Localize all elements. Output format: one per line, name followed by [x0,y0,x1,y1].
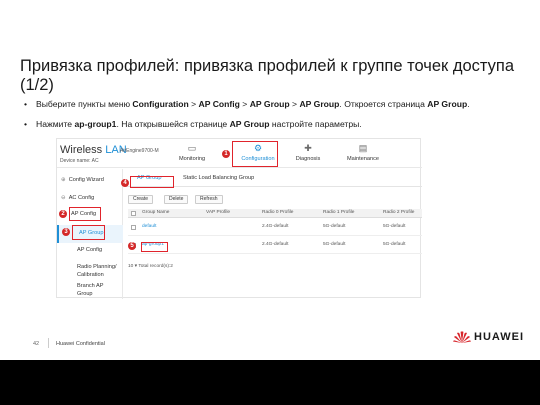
bullet-keyword: Configuration [132,99,189,109]
sidebar-item-label: Branch AP [77,283,104,289]
huawei-logo: HUAWEI [452,329,524,345]
table-cell: 5G-default [323,242,346,247]
brand-logo: Wireless LAN [60,144,127,156]
highlight-ap-group-tab [130,176,174,188]
slide-title: Привязка профилей: привязка профилей к г… [20,57,514,94]
table-cell: 2.4G-default [262,224,289,229]
sidebar-item-label: Config Wizard [68,177,104,183]
highlight-ap-group1 [141,242,168,252]
nav-monitoring[interactable]: ▭ Monitoring [169,142,215,166]
column-header[interactable]: Radio 2 Profile [383,210,414,215]
sidebar-item-config-wizard[interactable]: ⊕ Config Wizard [57,177,123,183]
tab-static-load-balancing[interactable]: Static Load Balancing Group [183,175,254,181]
sidebar-item-label: Group [77,291,93,297]
app-header: Wireless LAN AirEngine9700-M Device name… [57,139,422,168]
sidebar-item-label: AC Config [68,195,95,201]
sidebar-item-label: AP Config [77,247,103,253]
logo-text: HUAWEI [474,331,524,343]
device-name: Device name: AC [60,158,99,164]
sidebar-item-radio-planning[interactable]: Radio Planning/ [57,264,123,270]
collapse-icon: ⊖ [61,195,66,201]
bullet-text: > [239,99,250,109]
column-header[interactable]: VAP Profile [206,210,230,215]
step-marker-5: 5 [128,242,136,250]
step-marker-2: 2 [59,210,67,218]
step-marker-1: 1 [222,150,230,158]
sidebar-item-radio-planning-2[interactable]: Calibration [57,272,123,278]
bullet-text: > [289,99,300,109]
nav-label: Diagnosis [295,156,321,162]
brand-prefix: Wireless [60,144,106,156]
bullet-marker: • [24,99,28,109]
table-row[interactable]: default 2.4G-default 5G-default 5G-defau… [128,219,422,236]
table-cell: 5G-default [323,224,346,229]
step-marker-4: 4 [121,179,129,187]
row-checkbox[interactable] [131,225,136,230]
column-header[interactable]: Group Name [142,210,169,215]
main-content: AP Group Static Load Balancing Group Cre… [124,169,422,299]
nav-maintenance[interactable]: ▤ Maintenance [340,142,386,166]
web-ui-screenshot: Wireless LAN AirEngine9700-M Device name… [56,138,422,299]
pagination[interactable]: 10 ▾ Total record(s):2 [128,264,173,269]
nav-diagnosis[interactable]: ✚ Diagnosis [285,142,331,166]
bullet-text: . [467,99,470,109]
expand-icon: ⊕ [61,177,66,183]
maintenance-icon: ▤ [358,143,368,153]
bullet-text: Выберите пункты меню [36,99,133,109]
nav-label: Maintenance [346,156,380,162]
select-all-checkbox[interactable] [131,211,136,216]
bullet-keyword: AP Group [427,99,468,109]
sidebar-item-label: Radio Planning/ [77,264,117,270]
table-header: Group Name VAP Profile Radio 0 Profile R… [128,209,422,218]
table-cell: 5G-default [383,224,406,229]
column-header[interactable]: Radio 1 Profile [323,210,354,215]
delete-button[interactable]: Delete [164,195,189,204]
step-marker-3: 3 [62,228,70,236]
slide: Привязка профилей: привязка профилей к г… [0,0,540,360]
huawei-flower-icon [453,331,471,343]
column-header[interactable]: Radio 0 Profile [262,210,293,215]
table-cell: 2.4G-default [262,242,289,247]
highlight-configuration [232,141,278,167]
bullet-text: . На открывшейся странице [116,119,230,129]
confidential-label: Huawei Confidential [56,341,105,347]
highlight-ap-config [69,207,101,221]
sidebar-item-ac-config[interactable]: ⊖ AC Config [57,195,123,201]
refresh-button[interactable]: Refresh [195,195,223,204]
monitoring-icon: ▭ [187,143,197,153]
bullet-keyword: AP Group [229,119,270,129]
sidebar-item-branch-ap-2[interactable]: Group [57,291,123,297]
bullet-keyword: AP Config [198,99,240,109]
highlight-ap-group [72,225,105,240]
bullet-text: > [188,99,199,109]
diagnosis-icon: ✚ [304,143,312,153]
bullet-keyword: AP Group [299,99,340,109]
bullet-text: Нажмите [36,119,75,129]
sidebar-item-ap-config-sub[interactable]: AP Config [57,247,123,253]
sidebar-item-label: Calibration [77,272,104,278]
bullet-1: • Выберите пункты меню Configuration > AP… [24,99,470,109]
nav-label: Monitoring [178,156,206,162]
table-cell: 5G-default [383,242,406,247]
page-number: 42 [33,341,40,347]
footer-divider [48,338,49,348]
bullet-marker: • [24,119,28,129]
bullet-text: настройте параметры. [269,119,362,129]
bullet-keyword: ap-group1 [74,119,117,129]
bullet-keyword: AP Group [249,99,290,109]
sidebar-item-branch-ap[interactable]: Branch AP [57,283,123,289]
bullet-text: . Откроется страница [339,99,428,109]
bullet-2: • Нажмите ap-group1. На открывшейся стран… [24,119,362,129]
table-row[interactable]: ap-group1 2.4G-default 5G-default 5G-def… [128,237,422,254]
group-name-link[interactable]: default [142,224,156,229]
device-model: AirEngine9700-M [120,148,159,154]
create-button[interactable]: Create [128,195,154,204]
